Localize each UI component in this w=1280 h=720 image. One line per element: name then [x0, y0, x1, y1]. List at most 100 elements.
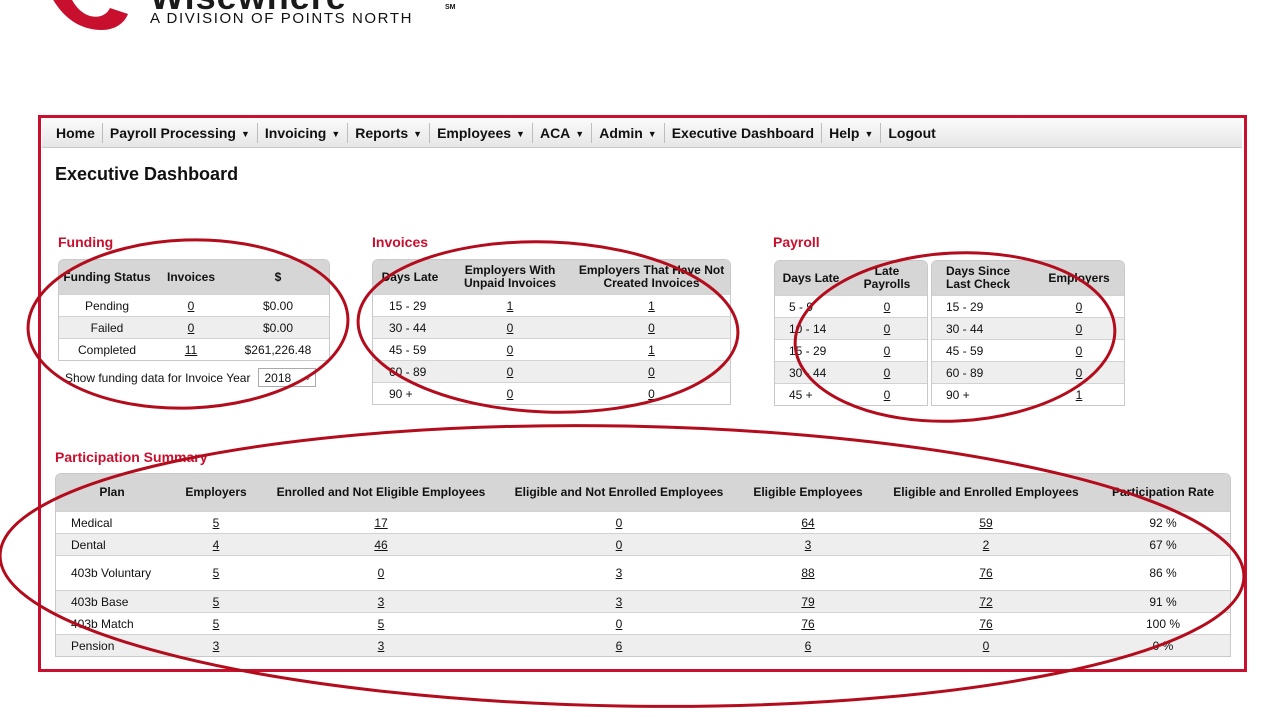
not-created-invoices-link[interactable]: 0 [648, 365, 655, 379]
eligible-enrolled-link[interactable]: 0 [983, 639, 990, 653]
eligible-employees-link[interactable]: 6 [805, 639, 812, 653]
table-row: Pension 3 3 6 6 0 0 % [56, 634, 1230, 656]
participation-table-wrap: Plan Employers Enrolled and Not Eligible… [55, 473, 1231, 657]
employers-link[interactable]: 0 [1076, 366, 1083, 380]
funding-amount: $0.00 [227, 316, 329, 338]
eligible-employees-link[interactable]: 79 [801, 595, 814, 609]
employers-link[interactable]: 5 [213, 516, 220, 530]
days-late: 15 - 29 [775, 339, 847, 361]
unpaid-invoices-link[interactable]: 0 [507, 321, 514, 335]
days-late: 60 - 89 [373, 360, 447, 382]
days-late: 45 + [775, 383, 847, 405]
table-row: 15 - 29 0 [775, 339, 927, 361]
nav-aca[interactable]: ACA ▼ [533, 122, 593, 143]
nav-admin[interactable]: Admin ▼ [592, 122, 665, 143]
nav-help[interactable]: Help ▼ [822, 122, 882, 143]
late-payrolls-link[interactable]: 0 [884, 344, 891, 358]
table-row: Completed 11 $261,226.48 [59, 338, 329, 360]
eligible-enrolled-link[interactable]: 72 [979, 595, 992, 609]
plan-name: Pension [56, 634, 168, 656]
caret-down-icon: ▼ [647, 128, 657, 139]
employers-link[interactable]: 0 [1076, 322, 1083, 336]
column-header: Enrolled and Not Eligible Employees [264, 474, 498, 511]
column-header: Late Payrolls [847, 261, 927, 295]
not-created-invoices-link[interactable]: 1 [648, 343, 655, 357]
late-payrolls-link[interactable]: 0 [884, 388, 891, 402]
eligible-employees-link[interactable]: 88 [801, 566, 814, 580]
invoice-year-select[interactable]: 2018 ⌄ [258, 368, 317, 387]
column-header: Employers That Have Not Created Invoices [573, 260, 730, 294]
unpaid-invoices-link[interactable]: 1 [507, 299, 514, 313]
plan-name: Medical [56, 511, 168, 533]
funding-invoices-link[interactable]: 0 [188, 321, 195, 335]
funding-invoices-link[interactable]: 11 [185, 343, 197, 357]
late-payrolls-table-wrap: Days Late Late Payrolls 5 - 9 0 10 - 14 … [774, 260, 928, 406]
nav-reports[interactable]: Reports ▼ [348, 122, 431, 143]
payroll-section-title: Payroll [773, 234, 820, 250]
table-row: 30 - 44 0 0 [373, 316, 730, 338]
enrolled-not-eligible-link[interactable]: 46 [374, 538, 387, 552]
days-late: 10 - 14 [775, 317, 847, 339]
employers-link[interactable]: 0 [1076, 300, 1083, 314]
employers-link[interactable]: 4 [213, 538, 220, 552]
column-header: Eligible and Enrolled Employees [876, 474, 1096, 511]
table-row: Pending 0 $0.00 [59, 294, 329, 316]
funding-amount: $261,226.48 [227, 338, 329, 360]
eligible-enrolled-link[interactable]: 2 [983, 538, 990, 552]
eligible-employees-link[interactable]: 76 [801, 617, 814, 631]
main-navbar: Home Payroll Processing ▼ Invoicing ▼ Repo… [42, 118, 1242, 148]
eligible-employees-link[interactable]: 64 [801, 516, 814, 530]
eligible-enrolled-link[interactable]: 59 [979, 516, 992, 530]
enrolled-not-eligible-link[interactable]: 0 [378, 566, 385, 580]
table-row: 15 - 29 1 1 [373, 294, 730, 316]
funding-invoices-link[interactable]: 0 [188, 299, 195, 313]
eligible-enrolled-link[interactable]: 76 [979, 617, 992, 631]
employers-link[interactable]: 5 [213, 566, 220, 580]
unpaid-invoices-link[interactable]: 0 [507, 365, 514, 379]
nav-invoicing[interactable]: Invoicing ▼ [258, 122, 349, 143]
enrolled-not-eligible-link[interactable]: 3 [378, 595, 385, 609]
unpaid-invoices-link[interactable]: 0 [507, 343, 514, 357]
nav-executive-dashboard[interactable]: Executive Dashboard [665, 122, 823, 143]
late-payrolls-link[interactable]: 0 [884, 300, 891, 314]
employers-link[interactable]: 3 [213, 639, 220, 653]
invoice-year-value: 2018 [264, 370, 292, 385]
nav-logout[interactable]: Logout [881, 123, 942, 143]
table-row: Failed 0 $0.00 [59, 316, 329, 338]
plan-name: 403b Base [56, 590, 168, 612]
column-header: Participation Rate [1096, 474, 1230, 511]
late-payrolls-link[interactable]: 0 [884, 366, 891, 380]
eligible-not-enrolled-link[interactable]: 6 [616, 639, 623, 653]
eligible-not-enrolled-link[interactable]: 0 [616, 617, 623, 631]
employers-link[interactable]: 0 [1076, 344, 1083, 358]
eligible-enrolled-link[interactable]: 76 [979, 566, 992, 580]
column-header: Days Late [373, 260, 447, 294]
unpaid-invoices-link[interactable]: 0 [507, 387, 514, 401]
employers-link[interactable]: 5 [213, 617, 220, 631]
brand-subtitle: A DIVISION OF POINTS NORTH [150, 10, 414, 27]
employers-link[interactable]: 5 [213, 595, 220, 609]
participation-section-title: Participation Summary [55, 449, 208, 465]
nav-payroll-processing[interactable]: Payroll Processing ▼ [103, 122, 258, 143]
eligible-not-enrolled-link[interactable]: 3 [616, 595, 623, 609]
column-header: Employers [1034, 261, 1124, 295]
caret-down-icon: ▼ [240, 128, 250, 139]
plan-name: 403b Voluntary [56, 555, 168, 590]
nav-employees[interactable]: Employees ▼ [430, 122, 533, 143]
enrolled-not-eligible-link[interactable]: 3 [378, 639, 385, 653]
not-created-invoices-link[interactable]: 0 [648, 387, 655, 401]
eligible-not-enrolled-link[interactable]: 0 [616, 516, 623, 530]
enrolled-not-eligible-link[interactable]: 5 [378, 617, 385, 631]
table-row: 45 - 59 0 [932, 339, 1124, 361]
enrolled-not-eligible-link[interactable]: 17 [374, 516, 387, 530]
late-payrolls-link[interactable]: 0 [884, 322, 891, 336]
eligible-not-enrolled-link[interactable]: 3 [616, 566, 623, 580]
not-created-invoices-link[interactable]: 1 [648, 299, 655, 313]
not-created-invoices-link[interactable]: 0 [648, 321, 655, 335]
eligible-employees-link[interactable]: 3 [805, 538, 812, 552]
table-row: Dental 4 46 0 3 2 67 % [56, 533, 1230, 555]
table-row: 15 - 29 0 [932, 295, 1124, 317]
employers-link[interactable]: 1 [1076, 388, 1083, 402]
eligible-not-enrolled-link[interactable]: 0 [616, 538, 623, 552]
nav-home[interactable]: Home [49, 122, 103, 143]
